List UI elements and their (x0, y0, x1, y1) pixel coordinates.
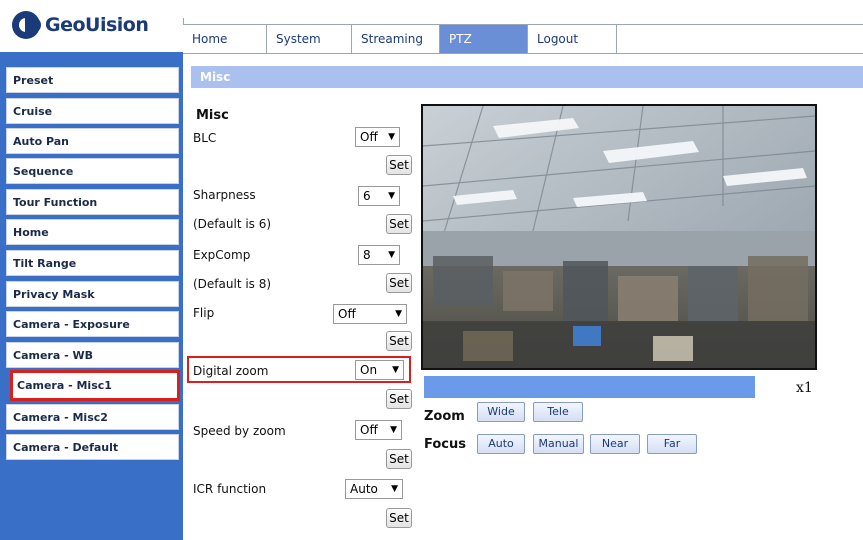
icr-function-value: Auto (350, 482, 378, 496)
sidebar-item-camera-misc2[interactable]: Camera - Misc2 (6, 404, 179, 430)
sidebar-item-camera-exposure[interactable]: Camera - Exposure (6, 311, 179, 337)
sidebar-item-camera-wb[interactable]: Camera - WB (6, 342, 179, 368)
tab-logout[interactable]: Logout (528, 25, 617, 53)
sharpness-default-note: (Default is 6) (193, 217, 272, 231)
chevron-down-icon: ▼ (390, 425, 397, 435)
expcomp-set-button[interactable]: Set (386, 273, 412, 293)
sidebar-item-preset[interactable]: Preset (6, 67, 179, 93)
focus-near-button[interactable]: Near (590, 434, 640, 454)
icr-function-set-button[interactable]: Set (386, 508, 412, 528)
blc-set-button[interactable]: Set (386, 155, 412, 175)
tab-streaming[interactable]: Streaming (352, 25, 440, 53)
chevron-down-icon: ▼ (392, 365, 399, 375)
geovision-logo: GeoUision (12, 10, 149, 40)
section-title-bar: Misc (191, 66, 863, 88)
zoom-label: Zoom (424, 409, 465, 424)
focus-auto-button[interactable]: Auto (477, 434, 525, 454)
focus-manual-button[interactable]: Manual (533, 434, 584, 454)
chevron-down-icon: ▼ (391, 484, 398, 494)
chevron-down-icon: ▼ (395, 309, 402, 319)
zoom-wide-button[interactable]: Wide (477, 402, 525, 422)
expcomp-label: ExpComp (193, 248, 251, 262)
expcomp-default-note: (Default is 8) (193, 277, 272, 291)
flip-set-button[interactable]: Set (386, 331, 412, 351)
form-heading: Misc (196, 108, 229, 123)
digital-zoom-set-button[interactable]: Set (386, 389, 412, 409)
flip-label: Flip (193, 306, 215, 320)
expcomp-value: 8 (363, 248, 371, 262)
sidebar-item-privacy-mask[interactable]: Privacy Mask (6, 281, 179, 307)
zoom-tele-button[interactable]: Tele (533, 402, 583, 422)
sidebar-item-cruise[interactable]: Cruise (6, 98, 179, 124)
digital-zoom-label: Digital zoom (193, 364, 269, 378)
flip-value: Off (338, 307, 356, 321)
tab-home[interactable]: Home (183, 25, 267, 53)
sidebar-item-tour-function[interactable]: Tour Function (6, 189, 179, 215)
sidebar-item-home[interactable]: Home (6, 219, 179, 245)
flip-select[interactable]: Off ▼ (333, 304, 407, 324)
zoom-level-text: x1 (796, 380, 813, 396)
digital-zoom-value: On (360, 363, 378, 377)
sidebar-item-camera-misc1[interactable]: Camera - Misc1 (10, 370, 180, 401)
blc-select[interactable]: Off ▼ (355, 127, 400, 147)
icr-function-select[interactable]: Auto ▼ (345, 479, 403, 499)
top-strip (183, 0, 863, 18)
chevron-down-icon: ▼ (388, 191, 395, 201)
focus-label: Focus (424, 437, 466, 452)
sidebar-item-camera-default[interactable]: Camera - Default (6, 434, 179, 460)
sharpness-set-button[interactable]: Set (386, 214, 412, 234)
sidebar: Preset Cruise Auto Pan Sequence Tour Fun… (0, 52, 183, 540)
focus-far-button[interactable]: Far (647, 434, 697, 454)
tab-spacer (617, 25, 863, 53)
chevron-down-icon: ▼ (388, 250, 395, 260)
speed-by-zoom-value: Off (360, 423, 378, 437)
camera-image (423, 106, 815, 368)
logo-area: GeoUision (0, 0, 184, 52)
speed-by-zoom-set-button[interactable]: Set (386, 449, 412, 469)
logo-text: GeoUision (45, 14, 149, 36)
logo-mark-icon (12, 11, 41, 39)
camera-live-view[interactable] (421, 104, 817, 370)
tab-ptz[interactable]: PTZ (440, 25, 528, 53)
sidebar-item-tilt-range[interactable]: Tilt Range (6, 250, 179, 276)
sharpness-select[interactable]: 6 ▼ (358, 186, 400, 206)
digital-zoom-select[interactable]: On ▼ (355, 360, 404, 380)
sharpness-label: Sharpness (193, 188, 256, 202)
sidebar-item-sequence[interactable]: Sequence (6, 158, 179, 184)
sharpness-value: 6 (363, 189, 371, 203)
sidebar-item-auto-pan[interactable]: Auto Pan (6, 128, 179, 154)
chevron-down-icon: ▼ (388, 132, 395, 142)
main-nav: Home System Streaming PTZ Logout (183, 24, 863, 54)
tab-system[interactable]: System (267, 25, 352, 53)
zoom-level-bar[interactable] (424, 376, 755, 398)
speed-by-zoom-label: Speed by zoom (193, 424, 286, 438)
blc-value: Off (360, 130, 378, 144)
expcomp-select[interactable]: 8 ▼ (358, 245, 400, 265)
speed-by-zoom-select[interactable]: Off ▼ (355, 420, 402, 440)
icr-function-label: ICR function (193, 482, 267, 496)
blc-label: BLC (193, 131, 217, 145)
